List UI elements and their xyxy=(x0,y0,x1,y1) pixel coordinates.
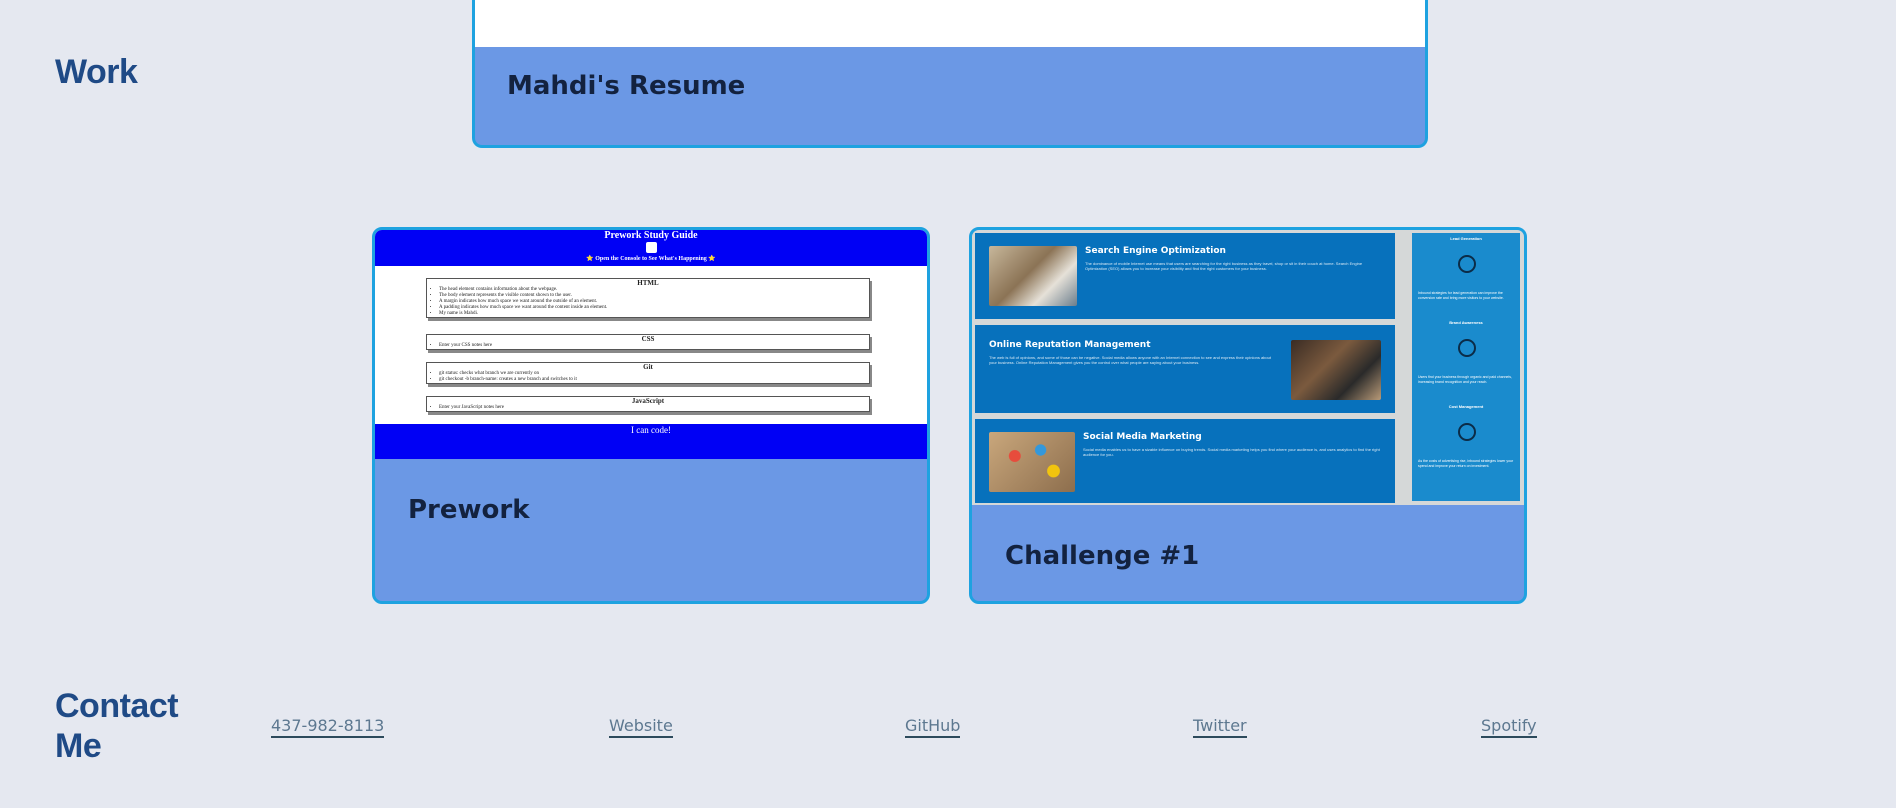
gears-icon xyxy=(1458,423,1476,441)
thumbnail-row-reputation: Online Reputation Management The web is … xyxy=(975,325,1395,413)
social-image xyxy=(989,432,1075,492)
project-title: Prework xyxy=(408,495,530,525)
project-card-prework[interactable]: Prework Study Guide ⭐ Open the Console t… xyxy=(372,227,930,604)
project-title: Challenge #1 xyxy=(1005,541,1200,571)
thumbnail-title: Prework Study Guide xyxy=(604,230,698,241)
phone-link[interactable]: 437-982-8113 xyxy=(271,716,385,738)
thumbnail-footer: I can code! xyxy=(375,424,927,459)
contact-heading: Contact Me xyxy=(55,687,179,765)
website-link[interactable]: Website xyxy=(609,716,673,738)
seo-image xyxy=(989,246,1077,306)
project-thumbnail: Prework Study Guide ⭐ Open the Console t… xyxy=(375,230,927,459)
project-card-resume[interactable]: Mahdi's Resume xyxy=(472,0,1428,148)
project-thumbnail: Search Engine Optimization The dominance… xyxy=(972,230,1524,505)
thumbnail-subtitle: Open the Console to See What's Happening xyxy=(595,256,707,262)
github-icon xyxy=(645,242,657,253)
notes-box-html: HTML The head element contains informati… xyxy=(426,278,870,318)
notes-box-javascript: JavaScript Enter your JavaScript notes h… xyxy=(426,396,870,412)
list-item: git checkout -b branch-name: creates a n… xyxy=(439,377,869,383)
project-card-challenge[interactable]: Search Engine Optimization The dominance… xyxy=(969,227,1527,604)
notes-box-git: Git git status: checks what branch we ar… xyxy=(426,362,870,384)
spotify-link[interactable]: Spotify xyxy=(1481,716,1537,738)
list-item: Enter your CSS notes here xyxy=(439,343,869,349)
broadcast-icon xyxy=(1458,339,1476,357)
twitter-link[interactable]: Twitter xyxy=(1193,716,1247,738)
thumbnail-sidebar: Lead Generation Inbound strategies for l… xyxy=(1412,233,1520,501)
notes-box-css: CSS Enter your CSS notes here xyxy=(426,334,870,350)
reputation-image xyxy=(1291,340,1381,400)
work-heading: Work xyxy=(55,53,138,91)
thumbnail-header: Prework Study Guide ⭐ Open the Console t… xyxy=(375,230,927,266)
github-link[interactable]: GitHub xyxy=(905,716,961,738)
lightbulb-icon xyxy=(1458,255,1476,273)
project-thumbnail xyxy=(475,0,1425,47)
list-item: My name is Mahdi. xyxy=(439,311,869,317)
list-item: Enter your JavaScript notes here xyxy=(439,405,869,411)
thumbnail-row-seo: Search Engine Optimization The dominance… xyxy=(975,233,1395,319)
project-title: Mahdi's Resume xyxy=(507,71,746,101)
thumbnail-row-social: Social Media Marketing Social media enab… xyxy=(975,419,1395,503)
